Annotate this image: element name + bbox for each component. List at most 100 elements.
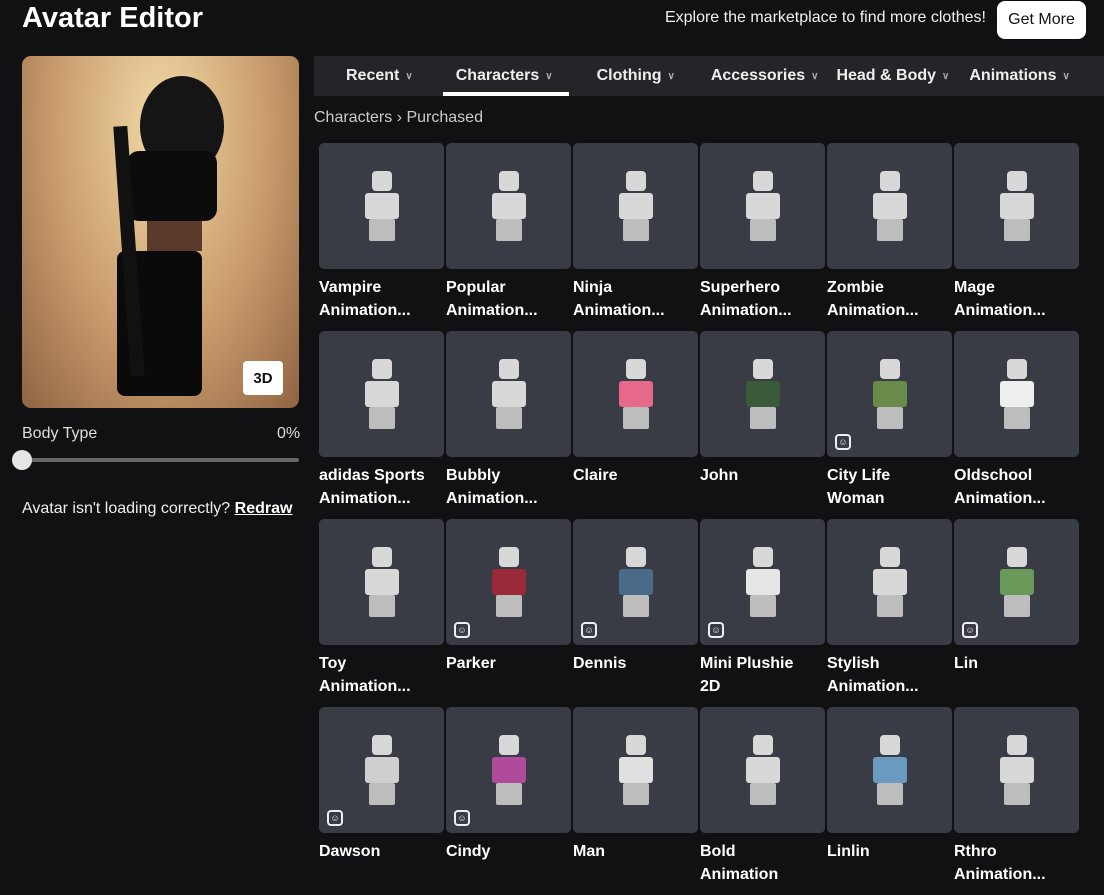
item-thumbnail bbox=[319, 519, 444, 645]
item-card[interactable]: Ninja Animation... bbox=[573, 143, 698, 319]
loading-help-text: Avatar isn't loading correctly? bbox=[22, 500, 231, 517]
tab-clothing[interactable]: Clothing ∨ bbox=[597, 56, 675, 96]
character-figure bbox=[865, 359, 915, 429]
item-name: Linlin bbox=[827, 840, 952, 863]
item-name-line1: Oldschool bbox=[954, 467, 1033, 484]
item-card[interactable]: ☺ Cindy bbox=[446, 707, 571, 860]
item-card[interactable]: ☺ Dawson bbox=[319, 707, 444, 860]
tab-characters[interactable]: Characters ∨ bbox=[442, 56, 569, 96]
item-card[interactable]: Linlin bbox=[827, 707, 952, 860]
character-figure bbox=[357, 735, 407, 805]
body-type-slider[interactable] bbox=[22, 458, 299, 462]
item-name-line1: Bold bbox=[700, 843, 736, 860]
chevron-down-icon: ∨ bbox=[545, 70, 553, 82]
item-name-line1: Cindy bbox=[446, 843, 491, 860]
dynamic-head-icon: ☺ bbox=[454, 622, 470, 638]
item-name-line1: Dennis bbox=[573, 655, 627, 672]
tab-animations[interactable]: Animations ∨ bbox=[969, 56, 1069, 96]
item-name-line1: Mage bbox=[954, 279, 995, 296]
item-card[interactable]: Bubbly Animation... bbox=[446, 331, 571, 507]
item-name-line1: Mini Plushie bbox=[700, 655, 794, 672]
page-title: Avatar Editor bbox=[22, 2, 204, 34]
item-card[interactable]: ☺ City Life Woman bbox=[827, 331, 952, 507]
item-name-line1: Zombie bbox=[827, 279, 884, 296]
item-name: Rthro Animation... bbox=[954, 840, 1079, 886]
item-card[interactable]: Bold Animation bbox=[700, 707, 825, 883]
item-name-line1: Bubbly bbox=[446, 467, 501, 484]
item-name: Cindy bbox=[446, 840, 571, 863]
item-card[interactable]: Stylish Animation... bbox=[827, 519, 952, 695]
tab-label: Characters bbox=[455, 67, 540, 84]
item-name-line2: Animation... bbox=[319, 678, 411, 695]
item-name-line2: Animation... bbox=[573, 302, 665, 319]
item-card[interactable]: Vampire Animation... bbox=[319, 143, 444, 319]
item-card[interactable]: adidas Sports Animation... bbox=[319, 331, 444, 507]
item-card[interactable]: ☺ Dennis bbox=[573, 519, 698, 672]
item-name-line2: Animation... bbox=[319, 302, 411, 319]
item-name: Zombie Animation... bbox=[827, 276, 952, 322]
tab-label: Recent bbox=[346, 67, 400, 84]
tab-accessories[interactable]: Accessories ∨ bbox=[711, 56, 819, 96]
item-card[interactable]: Rthro Animation... bbox=[954, 707, 1079, 883]
character-figure bbox=[738, 735, 788, 805]
item-thumbnail bbox=[319, 331, 444, 457]
item-card[interactable]: Mage Animation... bbox=[954, 143, 1079, 319]
redraw-link[interactable]: Redraw bbox=[235, 500, 293, 517]
chevron-down-icon: ∨ bbox=[1062, 70, 1070, 82]
item-name-line1: John bbox=[700, 467, 739, 484]
item-thumbnail bbox=[954, 331, 1079, 457]
3d-toggle-button[interactable]: 3D bbox=[243, 361, 283, 395]
character-figure bbox=[992, 171, 1042, 241]
item-name: Dawson bbox=[319, 840, 444, 863]
chevron-down-icon: ∨ bbox=[811, 70, 819, 82]
item-name-line1: Man bbox=[573, 843, 605, 860]
get-more-button[interactable]: Get More bbox=[997, 1, 1086, 39]
avatar-figure bbox=[113, 76, 224, 396]
item-card[interactable]: Popular Animation... bbox=[446, 143, 571, 319]
tab-label: Clothing bbox=[596, 67, 662, 84]
item-card[interactable]: Zombie Animation... bbox=[827, 143, 952, 319]
item-name-line1: Linlin bbox=[827, 843, 870, 860]
character-figure bbox=[738, 359, 788, 429]
item-name-line2: Woman bbox=[827, 490, 885, 507]
item-thumbnail bbox=[573, 331, 698, 457]
body-type-slider-handle[interactable] bbox=[12, 450, 32, 470]
item-card[interactable]: Man bbox=[573, 707, 698, 860]
item-name-line2: Animation... bbox=[700, 302, 792, 319]
item-card[interactable]: Oldschool Animation... bbox=[954, 331, 1079, 507]
item-name-line2: Animation... bbox=[827, 678, 919, 695]
item-thumbnail: ☺ bbox=[700, 519, 825, 645]
item-card[interactable]: Superhero Animation... bbox=[700, 143, 825, 319]
item-name: Man bbox=[573, 840, 698, 863]
tab-label: Animations bbox=[969, 67, 1057, 84]
item-thumbnail bbox=[827, 519, 952, 645]
item-name-line1: Lin bbox=[954, 655, 978, 672]
loading-help: Avatar isn't loading correctly? Redraw bbox=[22, 500, 292, 518]
item-card[interactable]: ☺ Parker bbox=[446, 519, 571, 672]
item-card[interactable]: ☺ Lin bbox=[954, 519, 1079, 672]
breadcrumb-root[interactable]: Characters bbox=[314, 109, 392, 126]
item-card[interactable]: Toy Animation... bbox=[319, 519, 444, 695]
item-name: Bold Animation bbox=[700, 840, 825, 886]
item-card[interactable]: ☺ Mini Plushie 2D bbox=[700, 519, 825, 695]
item-name: Superhero Animation... bbox=[700, 276, 825, 322]
item-name: Toy Animation... bbox=[319, 652, 444, 698]
character-figure bbox=[484, 547, 534, 617]
breadcrumb: Characters › Purchased bbox=[314, 109, 483, 127]
item-card[interactable]: John bbox=[700, 331, 825, 484]
chevron-down-icon: ∨ bbox=[667, 70, 675, 82]
item-card[interactable]: Claire bbox=[573, 331, 698, 484]
item-thumbnail bbox=[446, 143, 571, 269]
avatar-preview[interactable] bbox=[22, 56, 299, 408]
item-thumbnail bbox=[573, 707, 698, 833]
item-name-line1: Stylish bbox=[827, 655, 880, 672]
chevron-down-icon: ∨ bbox=[405, 70, 413, 82]
item-name-line1: Vampire bbox=[319, 279, 382, 296]
tab-head-body[interactable]: Head & Body ∨ bbox=[836, 56, 949, 96]
item-name-line1: adidas Sports bbox=[319, 467, 425, 484]
character-figure bbox=[357, 171, 407, 241]
tab-recent[interactable]: Recent ∨ bbox=[346, 56, 413, 96]
character-figure bbox=[865, 171, 915, 241]
dynamic-head-icon: ☺ bbox=[454, 810, 470, 826]
character-figure bbox=[738, 171, 788, 241]
